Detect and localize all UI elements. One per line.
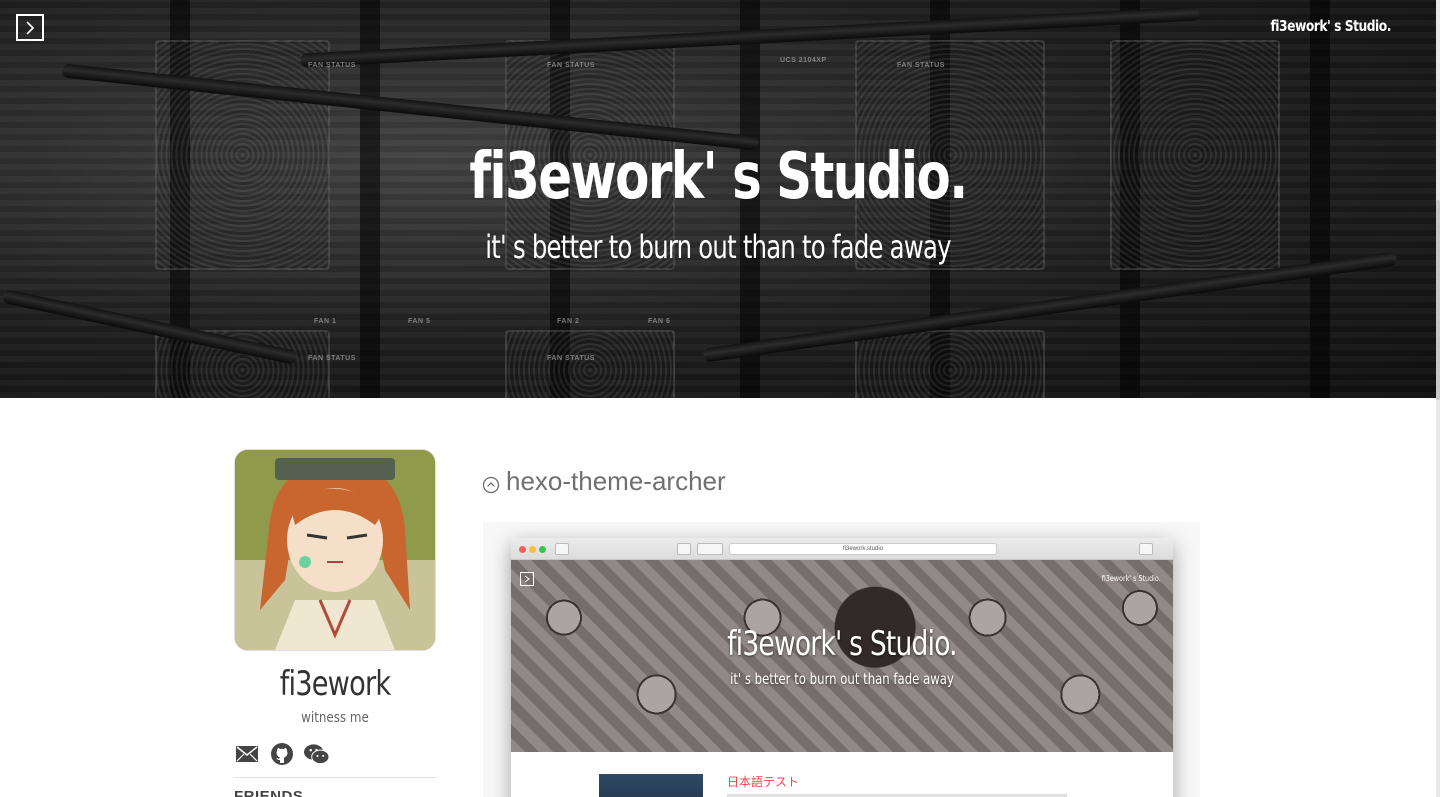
maximize-dot-icon [539,546,546,553]
chevron-up-circle-icon [482,476,500,493]
screenshot-post-thumbnail [599,774,703,797]
header-banner: FAN STATUS FAN STATUS UCS 2104XP FAN STA… [0,0,1436,398]
scrollbar-thumb[interactable] [1436,200,1440,400]
back-forward-icon [697,543,723,555]
site-name-link[interactable]: fi3ework' s Studio. [1271,17,1392,35]
chevron-right-icon [26,20,35,35]
profile-motto: witness me [301,710,369,726]
page-subtitle: it' s better to burn out than to fade aw… [485,228,951,266]
avatar [234,449,436,651]
screenshot-subtitle: it' s better to burn out than fade away [730,670,954,688]
chevron-right-icon [520,572,534,586]
close-dot-icon [519,546,526,553]
mail-icon[interactable] [234,742,259,766]
minimize-dot-icon [529,546,536,553]
screenshot-post-title: 日本語テスト [727,775,800,789]
post-title-link[interactable]: hexo-theme-archer [482,466,726,497]
screenshot-title: fi3ework' s Studio. [727,624,957,664]
browser-window-screenshot: fi3ework.studio fi3ework' s Studio. fi3e… [511,538,1173,797]
browser-toolbar: fi3ework.studio [511,538,1173,560]
screenshot-site-name: fi3ework' s Studio. [1102,574,1161,583]
sidebar-divider [234,777,436,778]
wechat-icon[interactable] [304,742,329,766]
sidebar-icon [555,543,569,555]
url-bar: fi3ework.studio [729,543,997,555]
post-cover-image: fi3ework.studio fi3ework' s Studio. fi3e… [483,522,1200,797]
post-title: hexo-theme-archer [506,466,726,496]
sidebar-toggle-button[interactable] [16,14,44,41]
page-title: fi3ework' s Studio. [469,140,968,214]
social-links [234,742,329,766]
screenshot-hero: fi3ework' s Studio. fi3ework' s Studio. … [511,560,1173,752]
share-icon [1139,543,1153,555]
scrollbar[interactable] [1436,0,1440,797]
profile-name: fi3ework [279,664,391,704]
github-icon[interactable] [269,742,294,766]
anime-girl-avatar-image [235,450,435,650]
friends-heading: FRIENDS [234,788,304,797]
tabs-icon [677,543,691,555]
